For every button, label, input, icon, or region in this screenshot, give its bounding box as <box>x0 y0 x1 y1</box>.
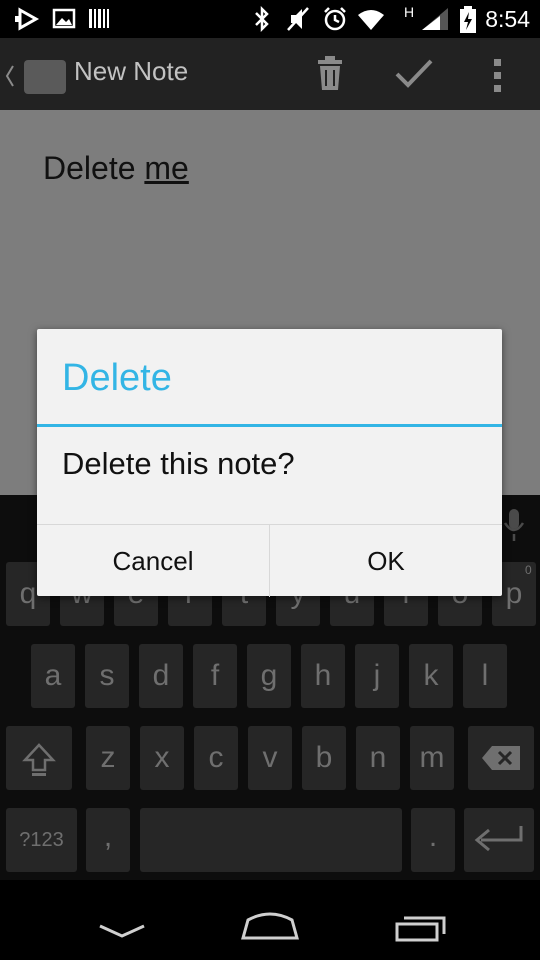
dialog-title-divider <box>37 424 502 427</box>
dialog-button-bar: Cancel OK <box>37 524 502 597</box>
note-text-underlined: me <box>144 150 189 186</box>
mic-icon[interactable] <box>502 507 526 543</box>
enter-arrow-icon <box>474 826 523 852</box>
mute-icon <box>287 7 309 31</box>
app-icon <box>24 60 66 94</box>
overflow-menu-icon[interactable] <box>492 58 504 94</box>
bluetooth-icon <box>255 6 269 32</box>
key-l[interactable]: l <box>463 644 507 708</box>
back-chevron-icon <box>5 65 14 87</box>
note-body[interactable]: Delete me <box>43 150 189 187</box>
note-text-plain: Delete <box>43 150 145 186</box>
play-store-icon <box>15 7 40 31</box>
page-title: New Note <box>74 56 189 86</box>
ok-button[interactable]: OK <box>270 525 502 597</box>
navigation-bar <box>0 880 540 960</box>
key-v[interactable]: v <box>248 726 292 790</box>
home-icon[interactable] <box>240 910 300 942</box>
up-button[interactable] <box>4 60 70 94</box>
dialog-title: Delete <box>62 357 172 399</box>
key-a[interactable]: a <box>31 644 75 708</box>
trash-icon[interactable] <box>316 56 344 92</box>
barcode-icon <box>89 9 109 28</box>
cancel-button[interactable]: Cancel <box>37 525 269 597</box>
check-icon[interactable] <box>394 58 434 90</box>
back-icon[interactable] <box>98 922 146 940</box>
key-m[interactable]: m <box>410 726 454 790</box>
action-bar: New Note <box>0 38 540 110</box>
image-icon <box>52 8 76 29</box>
key-g[interactable]: g <box>247 644 291 708</box>
key-b[interactable]: b <box>302 726 346 790</box>
battery-charging-icon <box>460 6 476 33</box>
key-z[interactable]: z <box>86 726 130 790</box>
key-k[interactable]: k <box>409 644 453 708</box>
alarm-icon <box>324 7 346 31</box>
comma-key-label: , <box>103 820 113 853</box>
delete-dialog: Delete Delete this note? Cancel OK <box>37 329 502 597</box>
key-h[interactable]: h <box>301 644 345 708</box>
shift-arrow-icon <box>22 743 56 776</box>
p-key-hint: 0 <box>525 563 532 577</box>
spacebar-key[interactable] <box>140 808 402 872</box>
key-n[interactable]: n <box>356 726 400 790</box>
recents-icon[interactable] <box>394 914 448 942</box>
period-key-label: . <box>428 820 438 853</box>
period-key[interactable]: . <box>411 808 455 872</box>
comma-key[interactable]: , <box>86 808 130 872</box>
key-x[interactable]: x <box>140 726 184 790</box>
backspace-icon <box>482 746 520 770</box>
symbols-key[interactable]: ?123 <box>6 808 77 872</box>
wifi-icon <box>358 10 384 30</box>
key-c[interactable]: c <box>194 726 238 790</box>
dialog-message: Delete this note? <box>62 446 295 481</box>
network-type-label: H <box>404 4 415 20</box>
clock: 8:54 <box>485 6 530 32</box>
signal-icon <box>422 8 448 30</box>
key-f[interactable]: f <box>193 644 237 708</box>
status-bar: H 8:54 <box>0 0 540 38</box>
key-s[interactable]: s <box>85 644 129 708</box>
key-d[interactable]: d <box>139 644 183 708</box>
enter-key[interactable] <box>464 808 534 872</box>
key-j[interactable]: j <box>355 644 399 708</box>
backspace-key[interactable] <box>468 726 534 790</box>
shift-key[interactable] <box>6 726 72 790</box>
